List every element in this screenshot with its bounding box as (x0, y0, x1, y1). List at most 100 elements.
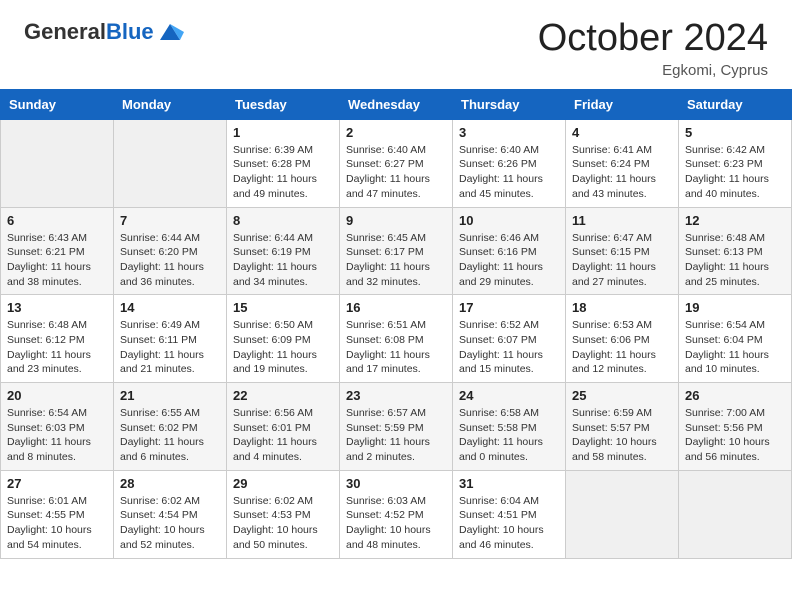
cell-content: Sunrise: 6:41 AMSunset: 6:24 PMDaylight:… (572, 143, 672, 202)
cell-content: Sunrise: 6:50 AMSunset: 6:09 PMDaylight:… (233, 318, 333, 377)
day-number: 26 (685, 388, 785, 403)
calendar-cell: 29Sunrise: 6:02 AMSunset: 4:53 PMDayligh… (227, 470, 340, 558)
calendar-cell: 15Sunrise: 6:50 AMSunset: 6:09 PMDayligh… (227, 295, 340, 383)
calendar-week-row: 27 Sunrise: 6:01 AMSunset: 4:55 PMDayligh… (1, 470, 792, 558)
logo-general-text: General (24, 19, 106, 44)
calendar-cell: 18 Sunrise: 6:53 AMSunset: 6:06 PMDayligh… (566, 295, 679, 383)
day-number: 25 (572, 388, 672, 403)
title-block: October 2024 Egkomi, Cyprus (538, 18, 768, 79)
cell-content: Sunrise: 6:39 AMSunset: 6:28 PMDaylight:… (233, 143, 333, 202)
cell-content: Sunrise: 6:04 AMSunset: 4:51 PMDaylight:… (459, 494, 559, 553)
cell-content: Sunrise: 6:55 AMSunset: 6:02 PMDaylight:… (120, 406, 220, 465)
calendar-cell: 31Sunrise: 6:04 AMSunset: 4:51 PMDayligh… (453, 470, 566, 558)
day-number: 2 (346, 125, 446, 140)
calendar-week-row: 20 Sunrise: 6:54 AMSunset: 6:03 PMDayligh… (1, 383, 792, 471)
calendar-cell: 13Sunrise: 6:48 AMSunset: 6:12 PMDayligh… (1, 295, 114, 383)
cell-content: Sunrise: 6:53 AMSunset: 6:06 PMDaylight:… (572, 318, 672, 377)
day-number: 1 (233, 125, 333, 140)
day-number: 14 (120, 300, 220, 315)
cell-content: Sunrise: 6:40 AMSunset: 6:27 PMDaylight:… (346, 143, 446, 202)
day-number: 27 (7, 476, 107, 491)
day-number: 8 (233, 213, 333, 228)
calendar-cell: 14 Sunrise: 6:49 AMSunset: 6:11 PMDayligh… (114, 295, 227, 383)
weekday-header-row: SundayMondayTuesdayWednesdayThursdayFrid… (1, 89, 792, 119)
calendar-cell (114, 119, 227, 207)
cell-content: Sunrise: 6:01 AMSunset: 4:55 PMDaylight:… (7, 494, 107, 553)
day-number: 30 (346, 476, 446, 491)
day-number: 12 (685, 213, 785, 228)
calendar-cell: 16 Sunrise: 6:51 AMSunset: 6:08 PMDayligh… (340, 295, 453, 383)
day-number: 10 (459, 213, 559, 228)
cell-content: Sunrise: 6:02 AMSunset: 4:54 PMDaylight:… (120, 494, 220, 553)
day-number: 28 (120, 476, 220, 491)
logo-blue-text: Blue (106, 19, 154, 44)
calendar-cell (1, 119, 114, 207)
month-title: October 2024 (538, 18, 768, 60)
logo: GeneralBlue (24, 18, 184, 46)
calendar-cell: 27 Sunrise: 6:01 AMSunset: 4:55 PMDayligh… (1, 470, 114, 558)
weekday-header-friday: Friday (566, 89, 679, 119)
day-number: 11 (572, 213, 672, 228)
calendar-cell: 3Sunrise: 6:40 AMSunset: 6:26 PMDaylight… (453, 119, 566, 207)
logo-icon (156, 18, 184, 46)
weekday-header-wednesday: Wednesday (340, 89, 453, 119)
calendar-cell: 7 Sunrise: 6:44 AMSunset: 6:20 PMDaylight… (114, 207, 227, 295)
cell-content: Sunrise: 6:42 AMSunset: 6:23 PMDaylight:… (685, 143, 785, 202)
cell-content: Sunrise: 6:51 AMSunset: 6:08 PMDaylight:… (346, 318, 446, 377)
weekday-header-thursday: Thursday (453, 89, 566, 119)
cell-content: Sunrise: 6:59 AMSunset: 5:57 PMDaylight:… (572, 406, 672, 465)
day-number: 7 (120, 213, 220, 228)
calendar-cell: 24 Sunrise: 6:58 AMSunset: 5:58 PMDayligh… (453, 383, 566, 471)
calendar-week-row: 6 Sunrise: 6:43 AMSunset: 6:21 PMDaylight… (1, 207, 792, 295)
calendar-cell: 10 Sunrise: 6:46 AMSunset: 6:16 PMDayligh… (453, 207, 566, 295)
day-number: 20 (7, 388, 107, 403)
day-number: 6 (7, 213, 107, 228)
cell-content: Sunrise: 6:48 AMSunset: 6:12 PMDaylight:… (7, 318, 107, 377)
calendar-cell: 9 Sunrise: 6:45 AMSunset: 6:17 PMDaylight… (340, 207, 453, 295)
day-number: 24 (459, 388, 559, 403)
cell-content: Sunrise: 6:03 AMSunset: 4:52 PMDaylight:… (346, 494, 446, 553)
calendar-cell (566, 470, 679, 558)
calendar-cell: 30 Sunrise: 6:03 AMSunset: 4:52 PMDayligh… (340, 470, 453, 558)
cell-content: Sunrise: 6:57 AMSunset: 5:59 PMDaylight:… (346, 406, 446, 465)
page-header: GeneralBlue October 2024 Egkomi, Cyprus (0, 0, 792, 89)
cell-content: Sunrise: 6:45 AMSunset: 6:17 PMDaylight:… (346, 231, 446, 290)
day-number: 19 (685, 300, 785, 315)
day-number: 23 (346, 388, 446, 403)
calendar-cell: 2 Sunrise: 6:40 AMSunset: 6:27 PMDaylight… (340, 119, 453, 207)
calendar-cell: 23 Sunrise: 6:57 AMSunset: 5:59 PMDayligh… (340, 383, 453, 471)
calendar-cell: 5 Sunrise: 6:42 AMSunset: 6:23 PMDaylight… (679, 119, 792, 207)
day-number: 21 (120, 388, 220, 403)
calendar-table: SundayMondayTuesdayWednesdayThursdayFrid… (0, 89, 792, 559)
day-number: 5 (685, 125, 785, 140)
calendar-cell: 26 Sunrise: 7:00 AMSunset: 5:56 PMDayligh… (679, 383, 792, 471)
day-number: 16 (346, 300, 446, 315)
day-number: 17 (459, 300, 559, 315)
cell-content: Sunrise: 6:43 AMSunset: 6:21 PMDaylight:… (7, 231, 107, 290)
cell-content: Sunrise: 6:54 AMSunset: 6:03 PMDaylight:… (7, 406, 107, 465)
cell-content: Sunrise: 6:54 AMSunset: 6:04 PMDaylight:… (685, 318, 785, 377)
cell-content: Sunrise: 6:46 AMSunset: 6:16 PMDaylight:… (459, 231, 559, 290)
cell-content: Sunrise: 6:44 AMSunset: 6:19 PMDaylight:… (233, 231, 333, 290)
calendar-cell: 25 Sunrise: 6:59 AMSunset: 5:57 PMDayligh… (566, 383, 679, 471)
calendar-cell: 1 Sunrise: 6:39 AMSunset: 6:28 PMDaylight… (227, 119, 340, 207)
calendar-cell: 19 Sunrise: 6:54 AMSunset: 6:04 PMDayligh… (679, 295, 792, 383)
day-number: 9 (346, 213, 446, 228)
cell-content: Sunrise: 6:48 AMSunset: 6:13 PMDaylight:… (685, 231, 785, 290)
weekday-header-tuesday: Tuesday (227, 89, 340, 119)
cell-content: Sunrise: 7:00 AMSunset: 5:56 PMDaylight:… (685, 406, 785, 465)
day-number: 29 (233, 476, 333, 491)
calendar-cell: 4Sunrise: 6:41 AMSunset: 6:24 PMDaylight… (566, 119, 679, 207)
calendar-cell: 22Sunrise: 6:56 AMSunset: 6:01 PMDayligh… (227, 383, 340, 471)
weekday-header-sunday: Sunday (1, 89, 114, 119)
cell-content: Sunrise: 6:49 AMSunset: 6:11 PMDaylight:… (120, 318, 220, 377)
calendar-cell: 8 Sunrise: 6:44 AMSunset: 6:19 PMDaylight… (227, 207, 340, 295)
calendar-cell: 28 Sunrise: 6:02 AMSunset: 4:54 PMDayligh… (114, 470, 227, 558)
day-number: 18 (572, 300, 672, 315)
cell-content: Sunrise: 6:44 AMSunset: 6:20 PMDaylight:… (120, 231, 220, 290)
weekday-header-saturday: Saturday (679, 89, 792, 119)
calendar-week-row: 1 Sunrise: 6:39 AMSunset: 6:28 PMDaylight… (1, 119, 792, 207)
weekday-header-monday: Monday (114, 89, 227, 119)
calendar-cell: 6 Sunrise: 6:43 AMSunset: 6:21 PMDaylight… (1, 207, 114, 295)
cell-content: Sunrise: 6:58 AMSunset: 5:58 PMDaylight:… (459, 406, 559, 465)
